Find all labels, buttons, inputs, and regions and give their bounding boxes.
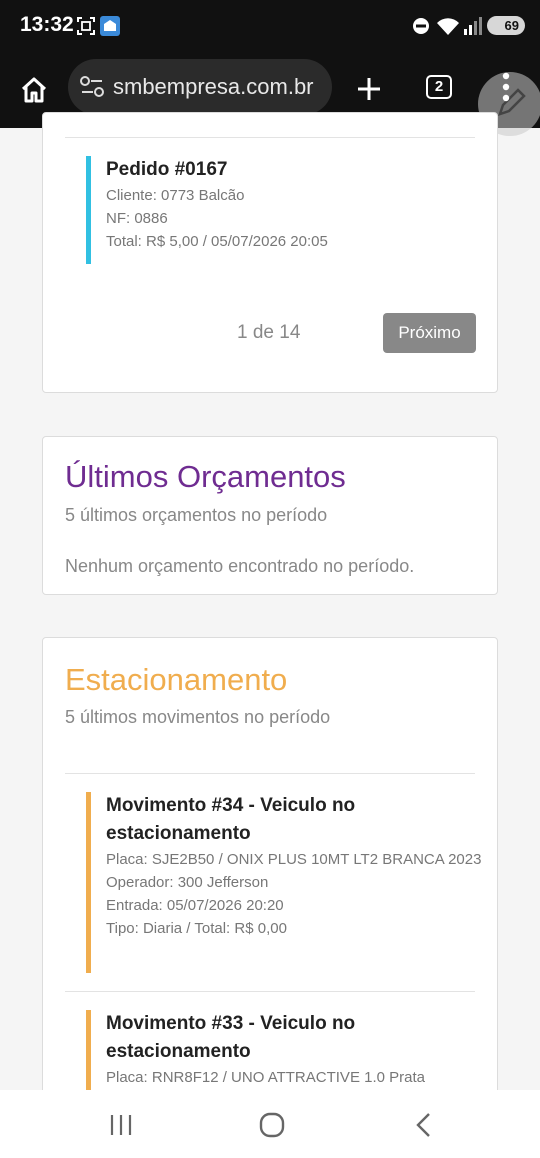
order-nf: NF: 0886 <box>106 210 168 227</box>
orcamentos-subtitle: 5 últimos orçamentos no período <box>65 505 328 525</box>
estacionamento-card: Estacionamento 5 últimos movimentos no p… <box>42 637 498 1137</box>
status-time: 13:32 <box>20 13 74 36</box>
pagination-status: 1 de 14 <box>237 322 301 343</box>
orcamentos-title: Últimos Orçamentos <box>65 459 346 494</box>
card-divider <box>65 991 475 992</box>
estacionamento-subtitle: 5 últimos movimentos no período <box>65 707 331 727</box>
order-cliente: Cliente: 0773 Balcão <box>106 187 245 204</box>
card-divider <box>65 137 475 138</box>
home-circle-icon[interactable] <box>258 1112 286 1138</box>
tab-switcher-button[interactable]: 2 <box>426 75 452 99</box>
system-nav-bar <box>0 1090 540 1158</box>
back-icon[interactable] <box>414 1112 434 1138</box>
url-text: smbempresa.com.br <box>113 74 314 99</box>
movement-placa: Placa: SJE2B50 / ONIX PLUS 10MT LT2 BRAN… <box>106 851 482 868</box>
screenshot-icon <box>77 17 95 35</box>
next-page-button[interactable]: Próximo <box>383 313 476 353</box>
movement-placa: Placa: RNR8F12 / UNO ATTRACTIVE 1.0 Prat… <box>106 1069 425 1086</box>
movement-tipo: Tipo: Diaria / Total: R$ 0,00 <box>106 920 287 937</box>
battery-level: 69 <box>504 18 519 33</box>
orcamentos-empty-message: Nenhum orçamento encontrado no período. <box>65 556 415 576</box>
order-title: Pedido #0167 <box>106 159 228 180</box>
address-bar[interactable]: smbempresa.com.br <box>68 59 332 115</box>
orcamentos-card: Últimos Orçamentos 5 últimos orçamentos … <box>42 436 498 595</box>
movement-title: Movimento #33 - Veiculo no estacionament… <box>106 1013 356 1062</box>
do-not-disturb-icon <box>413 18 429 34</box>
pedidos-card: Pedido #0167 Cliente: 0773 Balcão NF: 08… <box>42 112 498 393</box>
new-tab-button[interactable] <box>352 72 386 106</box>
status-bar: 13:32 69 <box>0 0 540 52</box>
app-notification-icon <box>100 16 120 36</box>
battery-icon: 69 <box>487 16 525 35</box>
order-total: Total: R$ 5,00 / 05/07/2026 20:05 <box>106 233 328 250</box>
movement-item[interactable]: Movimento #34 - Veiculo no estacionament… <box>86 792 486 973</box>
movement-entrada: Entrada: 05/07/2026 20:20 <box>106 897 284 914</box>
estacionamento-title: Estacionamento <box>65 662 288 697</box>
movement-operador: Operador: 300 Jefferson <box>106 874 269 891</box>
signal-icon <box>464 17 482 35</box>
home-icon <box>21 77 47 103</box>
card-divider <box>65 773 475 774</box>
home-button[interactable] <box>16 72 52 108</box>
site-settings-icon[interactable] <box>80 76 104 98</box>
order-item[interactable]: Pedido #0167 Cliente: 0773 Balcão NF: 08… <box>86 156 486 264</box>
more-options-icon[interactable] <box>500 72 512 106</box>
recent-apps-icon[interactable] <box>108 1114 134 1136</box>
wifi-icon <box>437 18 459 35</box>
movement-title: Movimento #34 - Veiculo no estacionament… <box>106 795 356 844</box>
tab-count: 2 <box>434 78 444 95</box>
new-tab-icon <box>358 78 380 100</box>
